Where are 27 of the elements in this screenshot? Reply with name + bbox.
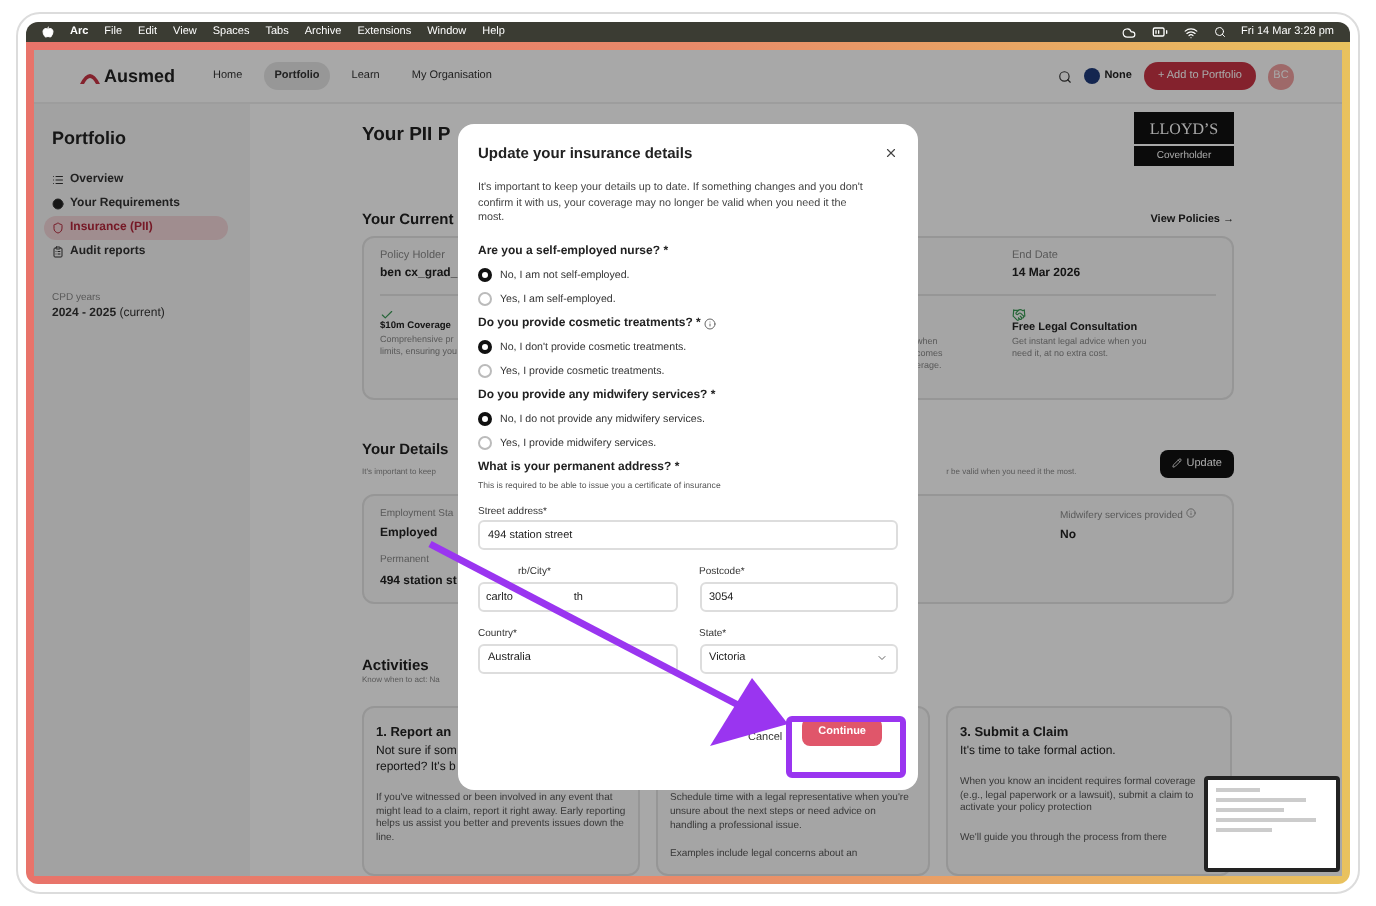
wifi-icon[interactable] — [1183, 25, 1198, 40]
radio-button[interactable] — [478, 268, 492, 283]
check-icon — [380, 307, 394, 322]
pencil-icon — [1172, 458, 1183, 469]
handshake-icon — [1012, 307, 1026, 322]
radio-button[interactable] — [478, 436, 492, 451]
radio-button[interactable] — [478, 364, 492, 379]
battery-icon[interactable] — [1151, 24, 1168, 41]
dot-icon — [52, 198, 64, 211]
info-icon[interactable] — [704, 317, 717, 330]
radio-button[interactable] — [478, 412, 492, 427]
highlight-frame — [786, 716, 906, 778]
organisation-logo — [1084, 68, 1101, 85]
shield-icon — [52, 222, 64, 235]
radio-button[interactable] — [478, 292, 492, 307]
chevron-down-icon — [876, 652, 888, 665]
apple-icon[interactable] — [42, 26, 54, 39]
ausmed-logo[interactable]: Ausmed — [80, 66, 176, 87]
page-title: Your PII P — [362, 122, 451, 147]
sidebar-title: Portfolio — [52, 128, 128, 149]
list-icon — [52, 174, 64, 187]
cloud-icon[interactable] — [1121, 25, 1136, 40]
logo-icon — [80, 69, 100, 84]
radio-button[interactable] — [478, 340, 492, 355]
clipboard-icon — [52, 246, 64, 259]
search-icon[interactable] — [1058, 69, 1073, 84]
close-icon[interactable] — [884, 146, 898, 161]
